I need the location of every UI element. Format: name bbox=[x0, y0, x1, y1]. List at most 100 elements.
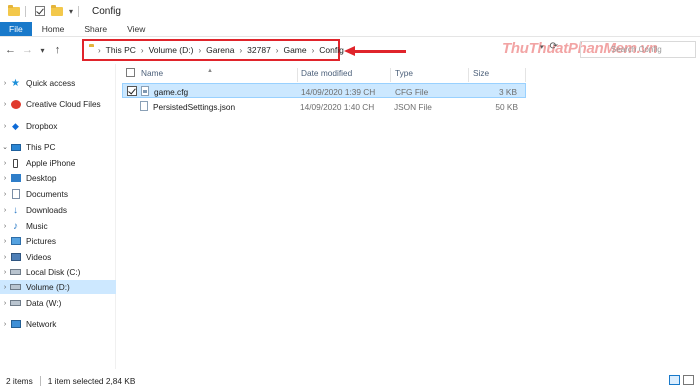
column-header-date[interactable]: Date modified bbox=[301, 68, 352, 78]
star-icon: ★ bbox=[11, 77, 20, 89]
search-input[interactable]: Search Config bbox=[580, 41, 696, 58]
sidebar-item-music[interactable]: › ♪ Music bbox=[0, 219, 116, 233]
sidebar-item-creative-cloud[interactable]: › Creative Cloud Files bbox=[0, 97, 116, 111]
divider bbox=[78, 5, 80, 17]
file-type: JSON File bbox=[394, 102, 432, 112]
network-icon bbox=[10, 319, 21, 329]
breadcrumb-game[interactable]: Game bbox=[283, 45, 306, 55]
address-dropdown-icon[interactable]: ▾ bbox=[540, 43, 544, 51]
sidebar-item-videos[interactable]: › Videos bbox=[0, 250, 116, 264]
select-all-checkbox[interactable] bbox=[126, 68, 135, 77]
breadcrumb-this-pc[interactable]: This PC bbox=[106, 45, 136, 55]
sidebar-item-network[interactable]: › Network bbox=[0, 317, 116, 331]
sidebar-item-label: Volume (D:) bbox=[26, 282, 70, 292]
table-row[interactable]: game.cfg 14/09/2020 1:39 CH CFG File 3 K… bbox=[122, 83, 526, 98]
recent-locations-icon[interactable]: ▾ bbox=[38, 46, 47, 55]
chevron-right-icon[interactable]: › bbox=[0, 123, 10, 130]
phone-icon bbox=[10, 158, 21, 168]
sidebar-item-this-pc[interactable]: ⌄ This PC bbox=[0, 140, 116, 154]
chevron-right-icon[interactable]: › bbox=[312, 46, 315, 55]
breadcrumb-config[interactable]: Config bbox=[319, 45, 344, 55]
download-icon: ↓ bbox=[13, 204, 18, 216]
column-divider[interactable] bbox=[525, 68, 526, 82]
back-arrow-icon[interactable]: ← bbox=[4, 44, 17, 56]
sidebar-item-label: Quick access bbox=[26, 78, 76, 88]
file-name: PersistedSettings.json bbox=[153, 102, 236, 112]
sidebar-item-label: Dropbox bbox=[26, 121, 58, 131]
creative-cloud-icon bbox=[10, 99, 21, 109]
breadcrumb-garena[interactable]: Garena bbox=[206, 45, 234, 55]
tab-share[interactable]: Share bbox=[74, 22, 117, 36]
chevron-right-icon[interactable]: › bbox=[276, 46, 279, 55]
file-list: ▲ Name Date modified Type Size game.cfg … bbox=[122, 64, 700, 369]
chevron-right-icon[interactable]: › bbox=[0, 254, 10, 261]
divider bbox=[39, 375, 41, 386]
divider bbox=[25, 5, 26, 17]
file-date: 14/09/2020 1:40 CH bbox=[300, 102, 375, 112]
chevron-right-icon[interactable]: › bbox=[198, 46, 201, 55]
selection-info: 1 item selected 2,84 KB bbox=[47, 375, 136, 386]
chevron-right-icon[interactable]: › bbox=[0, 269, 10, 276]
up-arrow-icon[interactable]: ↑ bbox=[51, 44, 64, 56]
chevron-right-icon[interactable]: › bbox=[0, 101, 10, 108]
chevron-right-icon[interactable]: › bbox=[239, 46, 242, 55]
properties-checkbox-icon[interactable] bbox=[35, 6, 45, 16]
chevron-right-icon[interactable]: › bbox=[0, 223, 10, 230]
column-header-row: ▲ Name Date modified Type Size bbox=[122, 64, 700, 82]
sidebar-item-label: Downloads bbox=[26, 205, 68, 215]
sort-ascending-icon: ▲ bbox=[207, 68, 213, 74]
tab-file[interactable]: File bbox=[0, 22, 32, 36]
tab-home[interactable]: Home bbox=[32, 22, 75, 36]
large-icons-view-icon[interactable] bbox=[683, 375, 694, 385]
table-row[interactable]: PersistedSettings.json 14/09/2020 1:40 C… bbox=[122, 99, 526, 114]
sidebar-item-apple-iphone[interactable]: › Apple iPhone bbox=[0, 156, 116, 170]
chevron-right-icon[interactable]: › bbox=[0, 160, 10, 167]
column-header-name[interactable]: Name bbox=[141, 68, 163, 78]
column-divider[interactable] bbox=[468, 68, 469, 82]
quick-access-dropdown-icon[interactable]: ▾ bbox=[69, 7, 73, 16]
dropbox-icon: ◆ bbox=[12, 120, 19, 131]
tab-view[interactable]: View bbox=[117, 22, 155, 36]
sidebar-item-quick-access[interactable]: › ★ Quick access bbox=[0, 76, 116, 90]
chevron-right-icon[interactable]: › bbox=[0, 321, 10, 328]
column-header-type[interactable]: Type bbox=[395, 68, 413, 78]
sidebar-item-label: Pictures bbox=[26, 236, 56, 246]
details-view-icon[interactable] bbox=[669, 375, 680, 385]
navigation-pane: › ★ Quick access › Creative Cloud Files … bbox=[0, 64, 116, 369]
sidebar-item-label: Data (W:) bbox=[26, 298, 62, 308]
column-divider[interactable] bbox=[297, 68, 298, 82]
breadcrumb-32787[interactable]: 32787 bbox=[247, 45, 271, 55]
sidebar-item-pictures[interactable]: › Pictures bbox=[0, 234, 116, 248]
chevron-down-icon[interactable]: ⌄ bbox=[0, 143, 10, 151]
column-divider[interactable] bbox=[390, 68, 391, 82]
title-bar: ▾ Config bbox=[0, 0, 700, 22]
status-bar: 2 items 1 item selected 2,84 KB bbox=[0, 372, 700, 389]
forward-arrow-icon[interactable]: → bbox=[21, 44, 34, 56]
sidebar-item-documents[interactable]: › Documents bbox=[0, 187, 116, 201]
sidebar-item-desktop[interactable]: › Desktop bbox=[0, 171, 116, 185]
chevron-right-icon[interactable]: › bbox=[0, 300, 10, 307]
row-checkbox[interactable] bbox=[127, 86, 137, 96]
chevron-right-icon[interactable]: › bbox=[0, 238, 10, 245]
chevron-right-icon[interactable]: › bbox=[0, 191, 10, 198]
chevron-right-icon[interactable]: › bbox=[0, 80, 10, 87]
address-bar[interactable]: › This PC › Volume (D:) › Garena › 32787… bbox=[82, 39, 344, 61]
chevron-right-icon[interactable]: › bbox=[0, 284, 10, 291]
chevron-right-icon[interactable]: › bbox=[98, 46, 101, 55]
refresh-icon[interactable]: ⟳ bbox=[550, 41, 558, 52]
sidebar-item-label: Music bbox=[26, 221, 48, 231]
chevron-right-icon[interactable]: › bbox=[141, 46, 144, 55]
computer-icon bbox=[10, 142, 21, 152]
sidebar-item-volume-d[interactable]: › Volume (D:) bbox=[0, 280, 116, 294]
chevron-right-icon[interactable]: › bbox=[0, 207, 10, 214]
chevron-right-icon[interactable]: › bbox=[0, 175, 10, 182]
sidebar-item-data-w[interactable]: › Data (W:) bbox=[0, 296, 116, 310]
sidebar-item-dropbox[interactable]: › ◆ Dropbox bbox=[0, 119, 116, 133]
breadcrumb-volume-d[interactable]: Volume (D:) bbox=[149, 45, 194, 55]
annotation-arrow bbox=[344, 46, 406, 56]
new-folder-icon[interactable] bbox=[51, 4, 63, 16]
column-header-size[interactable]: Size bbox=[473, 68, 489, 78]
sidebar-item-local-disk-c[interactable]: › Local Disk (C:) bbox=[0, 265, 116, 279]
json-file-icon bbox=[140, 101, 148, 111]
sidebar-item-downloads[interactable]: › ↓ Downloads bbox=[0, 203, 116, 217]
